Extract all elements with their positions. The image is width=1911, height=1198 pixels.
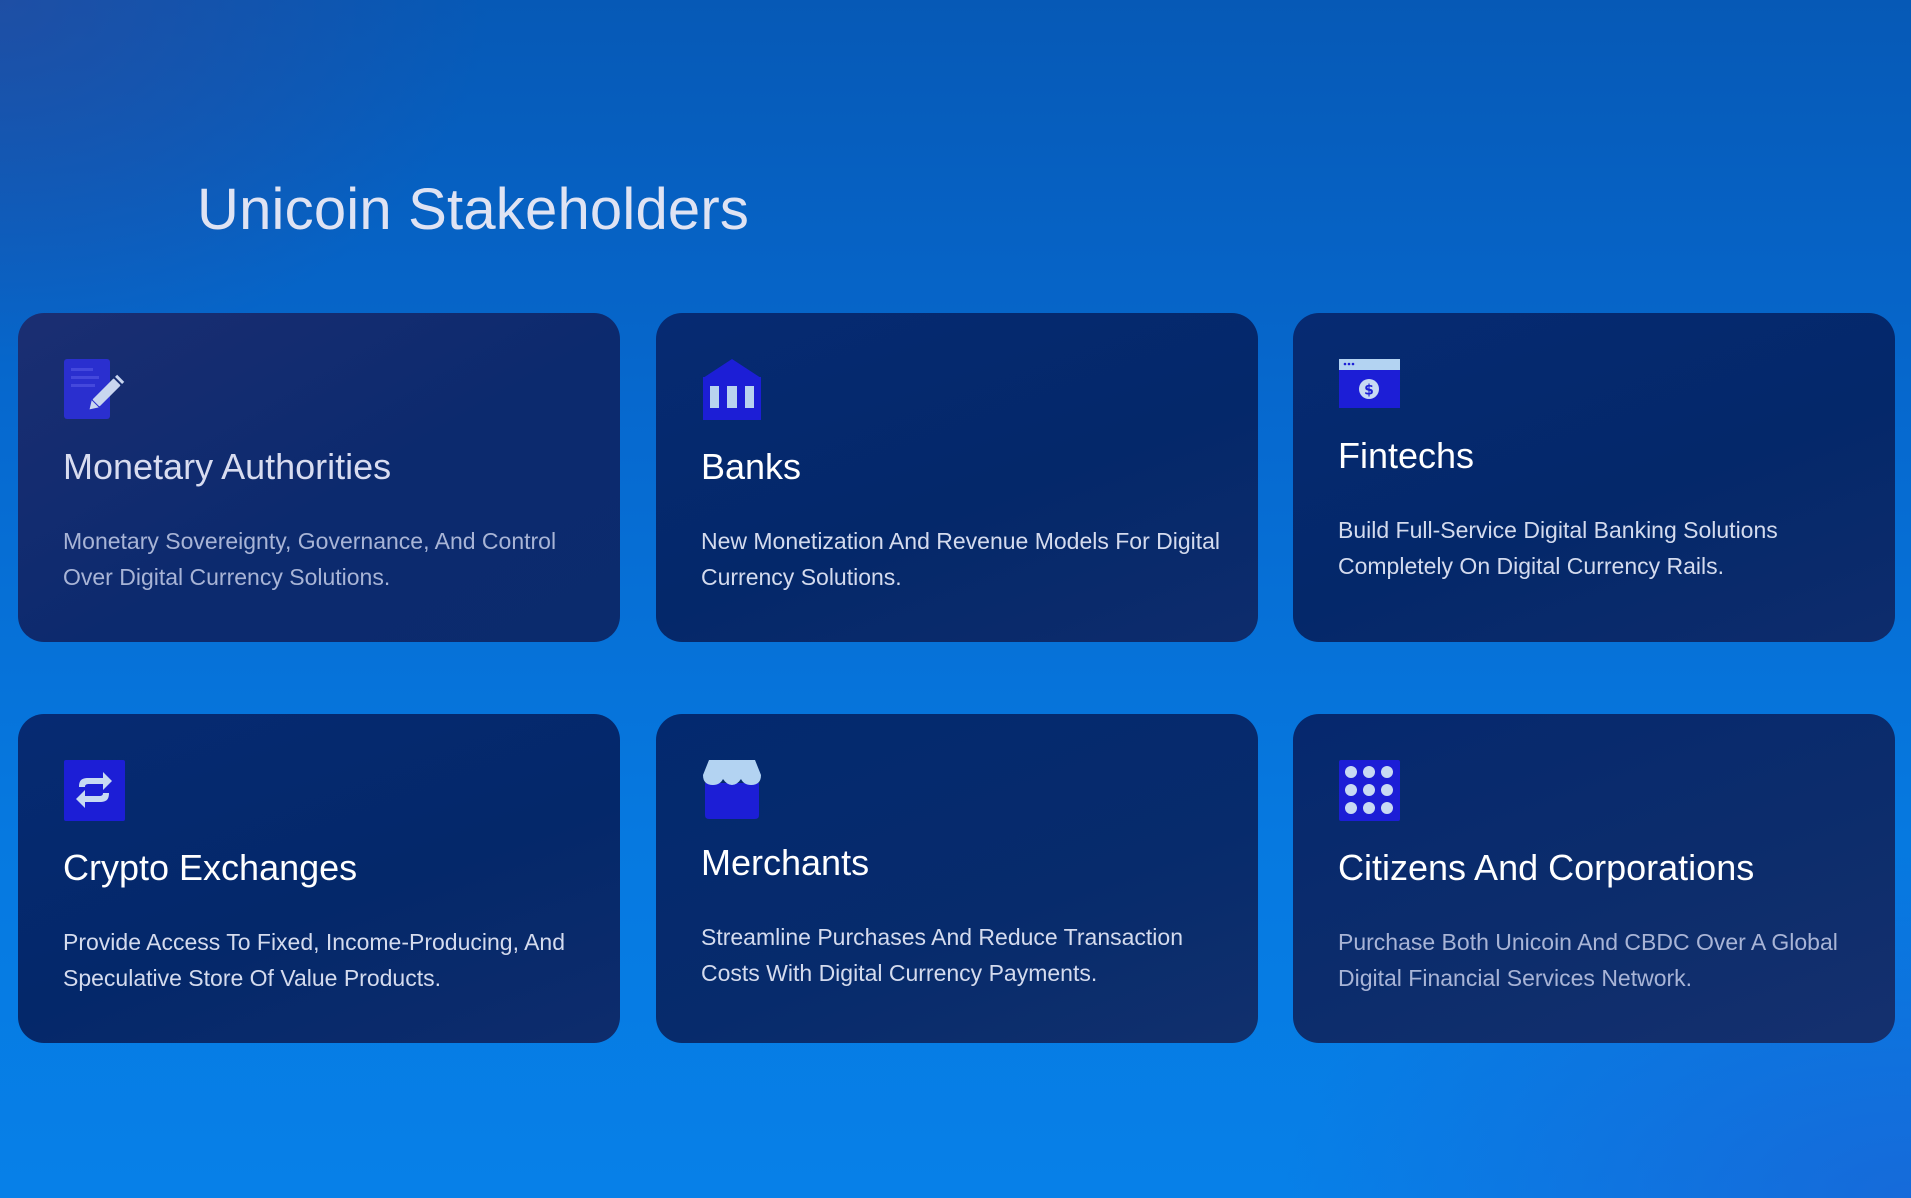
stakeholder-card-fintechs: $ Fintechs Build Full-Service Digital Ba…	[1293, 313, 1895, 642]
card-description: Streamline Purchases And Reduce Transact…	[701, 924, 1183, 986]
card-title: Monetary Authorities	[63, 446, 392, 487]
document-edit-icon	[63, 358, 125, 420]
card-description: Purchase Both Unicoin And CBDC Over A Gl…	[1338, 929, 1838, 991]
payment-window-icon: $	[1338, 358, 1400, 420]
card-description: Build Full-Service Digital Banking Solut…	[1338, 517, 1778, 579]
card-title: Crypto Exchanges	[63, 847, 358, 888]
storefront-icon	[701, 759, 763, 821]
page-title: Unicoin Stakeholders	[197, 177, 750, 242]
card-title: Fintechs	[1338, 435, 1475, 476]
card-description: Monetary Sovereignty, Governance, And Co…	[63, 528, 557, 590]
dot-grid-icon	[1338, 759, 1400, 821]
card-title: Citizens And Corporations	[1338, 847, 1755, 888]
svg-text:$: $	[1364, 383, 1374, 399]
exchange-arrows-icon	[63, 759, 125, 821]
card-description: Provide Access To Fixed, Income-Producin…	[63, 929, 566, 991]
stakeholder-card-merchants: Merchants Streamline Purchases And Reduc…	[656, 714, 1258, 1043]
card-title: Banks	[701, 446, 802, 487]
card-title: Merchants	[701, 842, 870, 883]
stakeholder-card-crypto-exchanges: Crypto Exchanges Provide Access To Fixed…	[18, 714, 620, 1043]
bank-icon	[701, 358, 763, 420]
stakeholder-card-monetary-authorities: Monetary Authorities Monetary Sovereignt…	[18, 313, 620, 642]
stakeholder-card-citizens-and-corporations: Citizens And Corporations Purchase Both …	[1293, 714, 1895, 1043]
stakeholder-card-banks: Banks New Monetization And Revenue Model…	[656, 313, 1258, 642]
card-description: New Monetization And Revenue Models For …	[701, 528, 1221, 590]
